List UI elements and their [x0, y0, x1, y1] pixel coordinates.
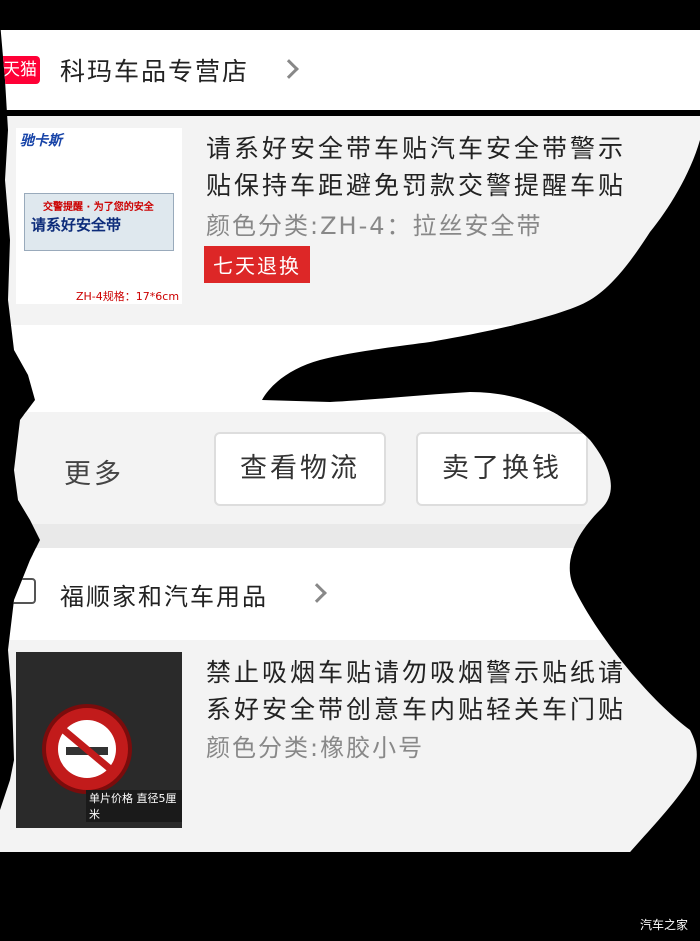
product-thumbnail-2[interactable]: 单片价格 直径5厘米 [16, 652, 182, 828]
product-thumbnail[interactable]: 驰卡斯 交警提醒 · 为了您的安全 请系好安全带 ZH-4规格：17*6cm [16, 128, 182, 304]
product-title[interactable]: 请系好安全带车贴汽车安全带警示贴保持车距避免罚款交警提醒车贴 [206, 130, 646, 204]
return-policy-badge: 七天退换 [204, 246, 310, 283]
store-name[interactable]: 科玛车品专营店 [60, 52, 249, 88]
resell-button[interactable]: 卖了换钱 [416, 432, 588, 506]
paper-content: 天猫 科玛车品专营店 驰卡斯 交警提醒 · 为了您的安全 请系好安全带 ZH-4… [0, 0, 700, 941]
tmall-badge: 天猫 [0, 56, 40, 84]
order-item-2[interactable]: 单片价格 直径5厘米 禁止吸烟车贴请勿吸烟警示贴纸请系好安全带创意车内贴轻关车门… [0, 640, 700, 852]
sticker-main-text: 请系好安全带 [31, 216, 122, 234]
no-smoking-icon [42, 704, 132, 794]
store-name-2[interactable]: 福顺家和汽车用品 [60, 577, 268, 612]
view-logistics-button[interactable]: 查看物流 [214, 432, 386, 506]
order-item[interactable]: 驰卡斯 交警提醒 · 为了您的安全 请系好安全带 ZH-4规格：17*6cm 请… [0, 116, 700, 326]
watermark: 汽车之家 [639, 918, 688, 932]
product-spec-2: 颜色分类:橡胶小号 [206, 734, 425, 762]
sticker-subtitle: 交警提醒 · 为了您的安全 [43, 202, 154, 213]
thumbnail-spec: ZH-4规格：17*6cm [76, 290, 180, 303]
more-button[interactable]: 更多 [64, 452, 124, 491]
product-title-2[interactable]: 禁止吸烟车贴请勿吸烟警示贴纸请系好安全带创意车内贴轻关车门贴 [206, 654, 646, 728]
product-spec: 颜色分类:ZH-4：拉丝安全带 [206, 212, 543, 240]
brand-logo: 驰卡斯 [20, 133, 62, 149]
thumbnail-spec-2: 单片价格 直径5厘米 [86, 790, 182, 822]
sticker-image: 交警提醒 · 为了您的安全 请系好安全带 [24, 193, 174, 251]
